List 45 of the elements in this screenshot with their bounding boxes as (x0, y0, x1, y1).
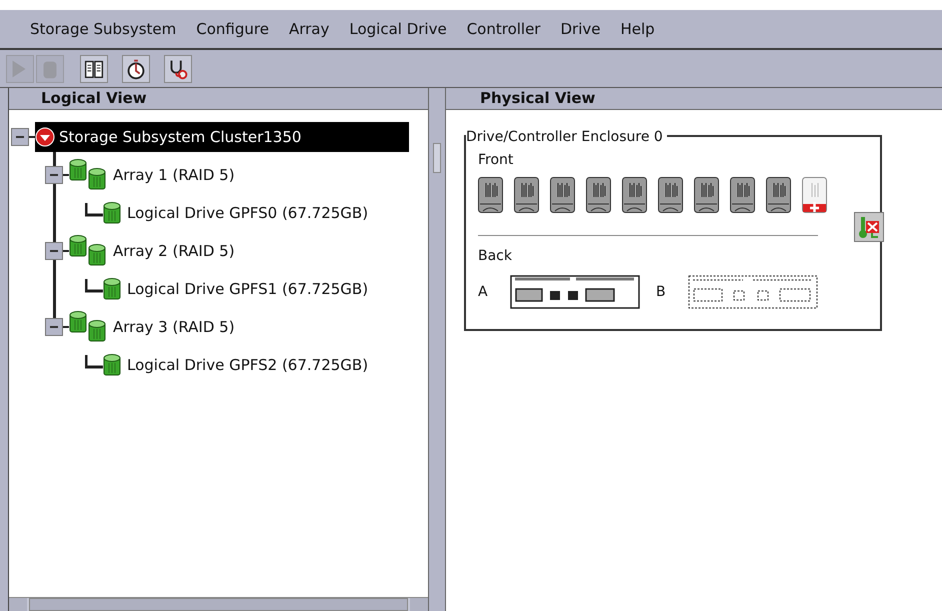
tree-item[interactable]: Logical Drive GPFS0 (67.725GB) (103, 198, 374, 228)
tree-item[interactable]: Array 2 (RAID 5) (69, 236, 241, 266)
cylinder-icon (103, 276, 123, 302)
section-label: Front (478, 151, 514, 170)
book-button[interactable] (80, 54, 108, 82)
controller-icon[interactable] (510, 275, 640, 309)
section-label: Back (478, 247, 512, 266)
collapse-toggle[interactable] (45, 166, 63, 184)
enclosure-title: Drive/Controller Enclosure 0 (466, 129, 667, 145)
tree-item[interactable]: Array 1 (RAID 5) (69, 160, 241, 190)
tree-item[interactable]: Array 3 (RAID 5) (69, 312, 241, 342)
drive-bay-icon[interactable] (694, 177, 719, 213)
tree-item[interactable]: Logical Drive GPFS1 (67.725GB) (103, 274, 374, 304)
drive-bay-icon[interactable] (586, 177, 611, 213)
cylinder-icon (103, 200, 123, 226)
stopwatch-button[interactable] (122, 54, 150, 82)
menu-item[interactable]: Logical Drive (349, 18, 447, 40)
empty-controller-slot[interactable] (688, 275, 818, 309)
tree-item[interactable]: Storage Subsystem Cluster1350 (35, 122, 409, 152)
drive-bay-icon[interactable] (514, 177, 539, 213)
menu-item[interactable]: Storage Subsystem (30, 18, 176, 40)
menu-item[interactable]: Array (288, 18, 330, 40)
menu-item[interactable]: Configure (196, 18, 269, 40)
drive-bay-icon[interactable] (550, 177, 575, 213)
tree-item[interactable]: Logical Drive GPFS2 (67.725GB) (103, 350, 374, 380)
menu-item[interactable]: Controller (466, 18, 540, 40)
collapse-toggle[interactable] (45, 318, 63, 336)
drive-bay-icon[interactable] (478, 177, 503, 213)
drive-bay-icon[interactable] (730, 177, 755, 213)
collapse-toggle[interactable] (45, 242, 63, 260)
stethoscope-button[interactable] (164, 54, 192, 82)
drive-bay-icon[interactable] (766, 177, 791, 213)
cylinder-icon (103, 352, 123, 378)
enclosure-status-icon[interactable] (854, 212, 884, 242)
horizontal-scrollbar[interactable] (9, 597, 428, 611)
splitter[interactable] (428, 88, 446, 611)
drive-bay-icon[interactable] (658, 177, 683, 213)
drive-bay-icon[interactable] (622, 177, 647, 213)
spare-drive-icon[interactable] (802, 177, 827, 213)
controller-label: B (656, 282, 667, 302)
warning-icon (35, 127, 55, 147)
menu-item[interactable]: Drive (560, 18, 600, 40)
collapse-toggle[interactable] (11, 128, 29, 146)
controller-label: A (478, 282, 489, 302)
menu-item[interactable]: Help (620, 18, 655, 40)
